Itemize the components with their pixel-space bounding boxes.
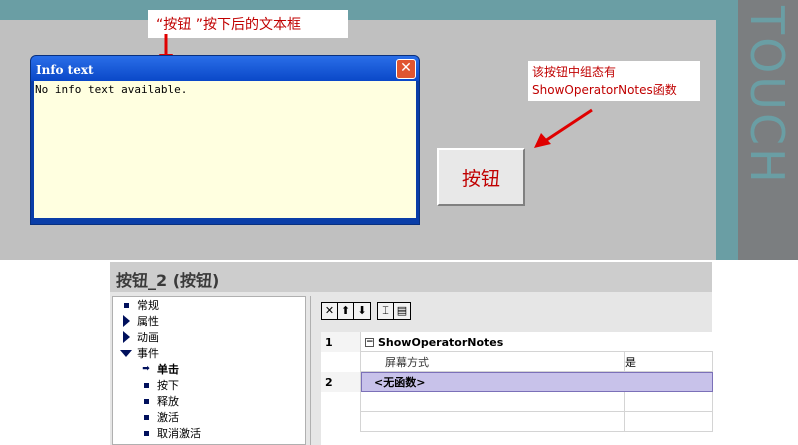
expand-down-icon [119, 346, 133, 360]
close-icon[interactable]: ✕ [396, 58, 416, 79]
arrow-to-button [534, 108, 593, 148]
table-row-empty [321, 412, 713, 432]
tree-item-properties[interactable]: 属性 [121, 313, 159, 329]
toolbar-group-view: ⌶ ▤ [377, 302, 411, 320]
param-value[interactable]: 是 [625, 352, 713, 372]
tree-item-label: 取消激活 [157, 427, 201, 440]
properties-header: 按钮_2 (按钮) [110, 262, 712, 292]
collapse-icon[interactable]: − [365, 337, 374, 347]
row-number: 1 [321, 332, 361, 352]
tree-item-general[interactable]: 常规 [121, 297, 159, 313]
bullet-icon [141, 394, 151, 408]
tree-item-label: 属性 [137, 315, 159, 328]
tree-item-animation[interactable]: 动画 [121, 329, 159, 345]
empty-cell [321, 412, 361, 432]
table-row[interactable]: 屏幕方式 是 [321, 352, 713, 372]
properties-panel: 按钮_2 (按钮) 常规 属性 动画 事件 ➡ 单击 按下 释放 激活 取消激活… [110, 262, 713, 445]
function-cell[interactable]: − ShowOperatorNotes [361, 332, 713, 352]
tree-item-deactivate[interactable]: 取消激活 [141, 425, 201, 441]
hmi-button[interactable]: 按钮 [437, 148, 525, 206]
function-list-pane: ✕ ⬆ ⬇ ⌶ ▤ 1 − ShowOperatorNotes 屏幕方式 是 2… [310, 296, 713, 445]
table-row[interactable]: 1 − ShowOperatorNotes [321, 332, 713, 352]
function-grid: 1 − ShowOperatorNotes 屏幕方式 是 2 <无函数> [321, 332, 713, 445]
script-icon[interactable]: ⌶ [378, 303, 394, 319]
expand-right-icon [121, 314, 131, 328]
row-number-empty [321, 352, 361, 372]
tree-item-release[interactable]: 释放 [141, 393, 179, 409]
delete-icon[interactable]: ✕ [322, 303, 338, 319]
tree-item-label: 事件 [137, 347, 159, 360]
tree-item-press[interactable]: 按下 [141, 377, 179, 393]
tree-item-events[interactable]: 事件 [119, 345, 159, 361]
toolbar-group-edit: ✕ ⬆ ⬇ [321, 302, 371, 320]
empty-cell [321, 392, 361, 412]
info-text-window: Info text ✕ No info text available. [30, 55, 420, 225]
bullet-icon [121, 298, 131, 312]
function-toolbar: ✕ ⬆ ⬇ ⌶ ▤ [321, 302, 411, 320]
tree-item-label: 按下 [157, 379, 179, 392]
info-window-titlebar[interactable]: Info text ✕ [31, 56, 419, 81]
arrow-right-icon: ➡ [142, 364, 150, 374]
info-window-title: Info text [36, 62, 94, 77]
tree-item-activate[interactable]: 激活 [141, 409, 179, 425]
bullet-icon [141, 378, 151, 392]
function-selector[interactable]: <无函数> [361, 372, 713, 392]
table-row-empty [321, 392, 713, 412]
tree-item-click[interactable]: ➡ 单击 [139, 361, 179, 377]
table-row[interactable]: 2 <无函数> [321, 372, 713, 392]
list-icon[interactable]: ▤ [394, 303, 410, 319]
move-down-icon[interactable]: ⬇ [354, 303, 370, 319]
empty-cell [625, 392, 713, 412]
empty-cell [361, 412, 625, 432]
tree-item-label: 动画 [137, 331, 159, 344]
tree-item-label: 释放 [157, 395, 179, 408]
info-text-body[interactable]: No info text available. [34, 81, 416, 218]
function-name: − ShowOperatorNotes [365, 336, 503, 349]
function-name-text: ShowOperatorNotes [378, 335, 504, 349]
empty-cell [625, 412, 713, 432]
expand-right-icon [121, 330, 131, 344]
move-up-icon[interactable]: ⬆ [338, 303, 354, 319]
param-label: 屏幕方式 [361, 352, 625, 372]
tree-item-label: 单击 [157, 363, 179, 376]
empty-cell [361, 392, 625, 412]
row-number: 2 [321, 372, 361, 392]
tree-item-label: 常规 [137, 299, 159, 312]
bullet-icon [141, 426, 151, 440]
property-tree: 常规 属性 动画 事件 ➡ 单击 按下 释放 激活 取消激活 [112, 296, 306, 445]
tree-item-label: 激活 [157, 411, 179, 424]
bullet-icon [141, 410, 151, 424]
